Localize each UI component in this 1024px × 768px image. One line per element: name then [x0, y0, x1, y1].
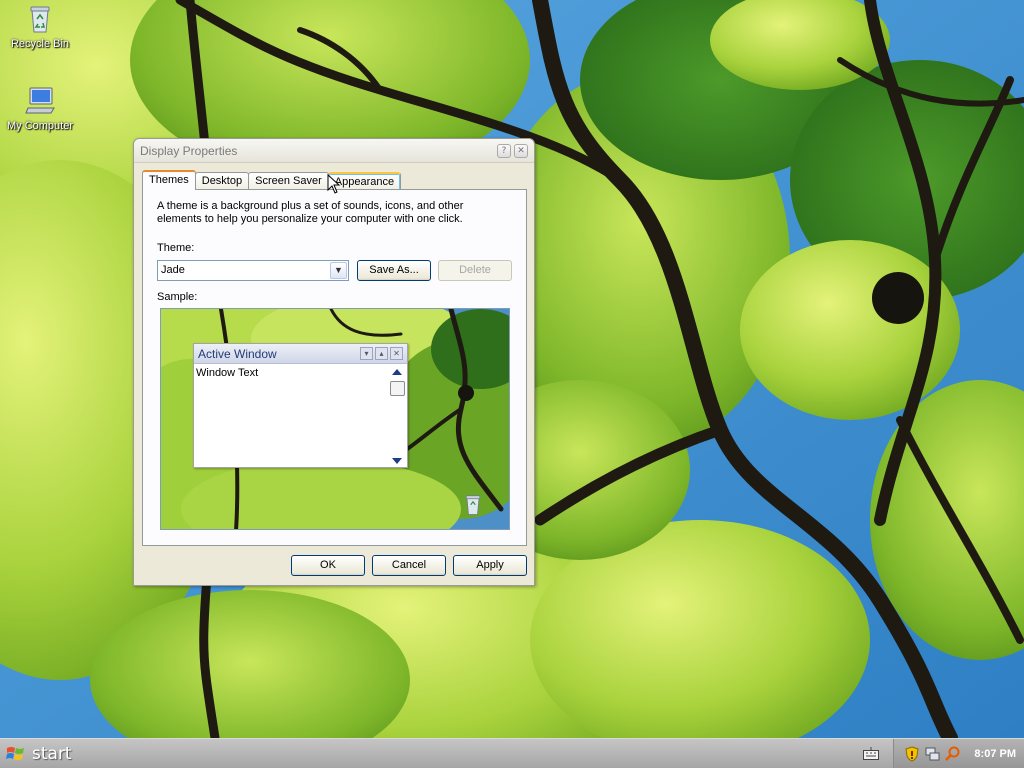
- security-shield-icon[interactable]: [904, 746, 920, 762]
- theme-sample-preview: Active Window ▾ ▴ ✕ Window Text: [160, 308, 510, 530]
- sample-scrollbar: [390, 368, 405, 466]
- delete-button[interactable]: Delete: [438, 260, 512, 281]
- close-icon: ✕: [390, 347, 403, 360]
- desktop-icon-recycle-bin[interactable]: Recycle Bin: [0, 2, 80, 50]
- network-icon[interactable]: [924, 746, 940, 762]
- desktop-icon-label: Recycle Bin: [10, 38, 70, 50]
- scroll-up-icon: [392, 369, 402, 375]
- minimize-icon: ▾: [360, 347, 373, 360]
- system-tray-area: 8:07 PM: [863, 739, 1024, 768]
- apply-button[interactable]: Apply: [453, 555, 527, 576]
- theme-label: Theme:: [157, 242, 195, 254]
- tab-themes[interactable]: Themes: [142, 170, 196, 190]
- cancel-button[interactable]: Cancel: [372, 555, 446, 576]
- theme-dropdown-value: Jade: [161, 264, 185, 276]
- search-icon[interactable]: [944, 746, 960, 762]
- scroll-thumb: [390, 381, 405, 396]
- tab-strip: Themes Desktop Screen Saver Appearance: [142, 170, 402, 190]
- desktop-icon-my-computer[interactable]: My Computer: [0, 84, 80, 132]
- maximize-icon: ▴: [375, 347, 388, 360]
- keyboard-icon[interactable]: [863, 747, 880, 761]
- close-button[interactable]: ✕: [514, 143, 528, 158]
- mouse-cursor-icon: [327, 174, 341, 194]
- ok-button[interactable]: OK: [291, 555, 365, 576]
- start-button[interactable]: start: [0, 739, 80, 768]
- windows-logo-icon: [6, 747, 24, 760]
- sample-window-titlebar: Active Window ▾ ▴ ✕: [194, 344, 407, 364]
- display-properties-dialog: Display Properties ? ✕ Themes Desktop Sc…: [133, 138, 535, 586]
- save-as-button[interactable]: Save As...: [357, 260, 431, 281]
- tab-screen-saver[interactable]: Screen Saver: [248, 172, 329, 190]
- tab-desktop[interactable]: Desktop: [194, 172, 250, 190]
- help-button[interactable]: ?: [497, 143, 511, 158]
- desktop-icon-label: My Computer: [6, 120, 74, 132]
- sample-recycle-bin-icon: [465, 495, 481, 515]
- sample-active-window: Active Window ▾ ▴ ✕ Window Text: [193, 343, 408, 468]
- dialog-titlebar[interactable]: Display Properties ? ✕: [134, 139, 534, 163]
- sample-label: Sample:: [157, 291, 198, 303]
- themes-tab-panel: A theme is a background plus a set of so…: [142, 189, 527, 546]
- taskbar-clock[interactable]: 8:07 PM: [974, 748, 1016, 760]
- start-label: start: [32, 744, 72, 764]
- chevron-down-icon[interactable]: ▼: [330, 262, 347, 279]
- my-computer-icon: [25, 87, 55, 114]
- notification-area: 8:07 PM: [893, 739, 1024, 768]
- sample-window-title: Active Window: [198, 346, 277, 361]
- sample-window-text: Window Text: [196, 367, 259, 379]
- scroll-down-icon: [392, 458, 402, 464]
- theme-description: A theme is a background plus a set of so…: [157, 200, 464, 225]
- theme-dropdown[interactable]: Jade ▼: [157, 260, 349, 281]
- dialog-title: Display Properties: [140, 143, 238, 158]
- taskbar: start 8:07 PM: [0, 738, 1024, 768]
- recycle-bin-icon: [30, 6, 50, 33]
